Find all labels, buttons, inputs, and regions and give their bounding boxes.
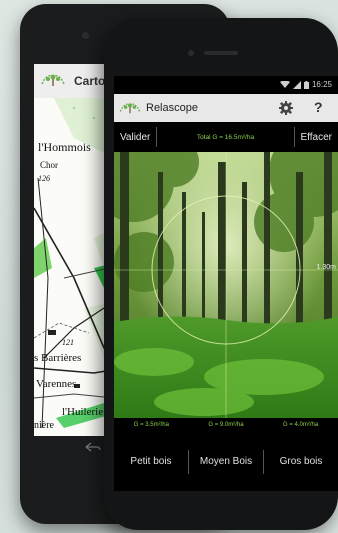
map-label-hommois: l'Hommois [38, 140, 91, 154]
wifi-icon [279, 80, 290, 88]
validate-button[interactable]: Valider [114, 132, 156, 143]
front-phone: 16:25 Relascope ? Valider Total G = 16.5… [104, 18, 338, 530]
gear-icon[interactable] [278, 100, 294, 116]
map-label-barrieres: s Barrières [34, 352, 82, 364]
class-values-row: G = 3.5m²/ha G = 9.0m²/ha G = 4.0m²/ha [114, 418, 338, 432]
forest-camera-image [114, 152, 338, 418]
moyen-bois-value: G = 9.0m²/ha [208, 422, 244, 428]
tree-logo-icon [41, 74, 65, 86]
map-label-121: 121 [62, 338, 74, 347]
petit-bois-value: G = 3.5m²/ha [133, 422, 169, 428]
help-icon[interactable]: ? [314, 99, 323, 115]
map-label-iere: nière [34, 420, 54, 431]
app-screen: 16:25 Relascope ? Valider Total G = 16.5… [114, 76, 338, 491]
back-app-title: Carto [74, 74, 106, 88]
back-camera [82, 32, 89, 39]
map-label-chor: Chor [40, 160, 58, 170]
status-bar: 16:25 [114, 76, 338, 94]
gros-bois-button[interactable]: Gros bois [264, 456, 338, 467]
map-label-126: 126 [38, 174, 50, 183]
class-buttons-row: Petit bois Moyen Bois Gros bois [114, 432, 338, 491]
map-label-varennes: Varennes [36, 378, 77, 390]
camera-view[interactable]: 1.30m [114, 152, 338, 418]
signal-icon [292, 80, 301, 89]
front-camera [188, 50, 194, 56]
app-title: Relascope [146, 102, 198, 114]
map-label-huilerie: l'Huilerie [62, 406, 104, 418]
tree-logo-icon [119, 103, 141, 114]
petit-bois-button[interactable]: Petit bois [114, 456, 188, 467]
distance-label: 1.30m [316, 264, 336, 271]
moyen-bois-button[interactable]: Moyen Bois [189, 456, 263, 467]
gros-bois-value: G = 4.0m²/ha [283, 422, 319, 428]
app-bar: Relascope ? [114, 94, 338, 122]
front-speaker [204, 51, 238, 55]
back-arrow-icon[interactable] [84, 442, 102, 452]
clear-button[interactable]: Effacer [295, 132, 338, 143]
battery-icon [303, 80, 309, 89]
total-basal-area: Total G = 16.5m²/ha [196, 133, 255, 141]
status-time: 16:25 [311, 80, 332, 89]
measure-toolbar: Valider Total G = 16.5m²/ha Effacer [114, 122, 338, 152]
